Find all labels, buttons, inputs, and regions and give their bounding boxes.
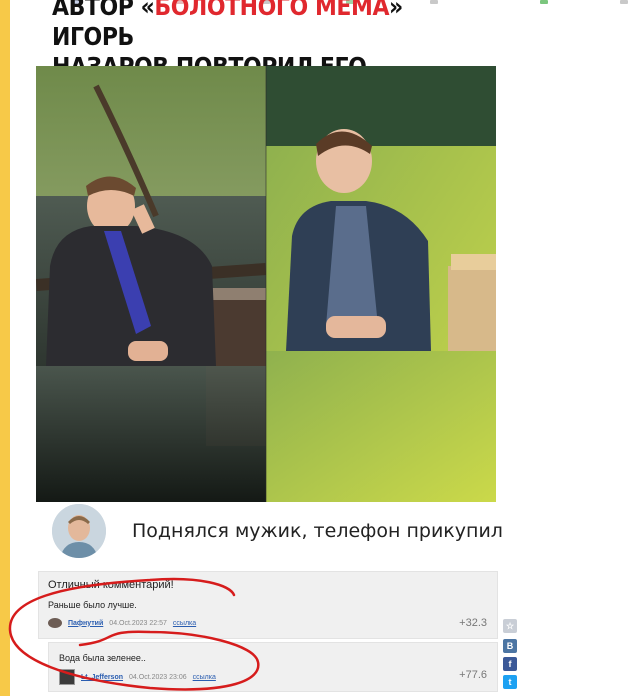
left-accent-bar	[0, 0, 10, 696]
comment-score: +77.6	[459, 669, 487, 681]
comment-datetime: 04.Oct.2023 23:06	[129, 673, 187, 681]
comment-text: Вода была зеленее..	[59, 653, 146, 663]
comment-permalink[interactable]: ссылка	[193, 674, 216, 681]
headline-line-1: АВТОР «БОЛОТНОГО МЕМА» ИГОРЬ	[52, 0, 448, 52]
comment-meta: Пафнутий 04.Oct.2023 22:57 ссылка	[48, 618, 196, 628]
twitter-icon[interactable]: t	[503, 675, 517, 689]
article-photo	[36, 66, 496, 502]
comment-meta: Lt. Jefferson 04.Oct.2023 23:06 ссылка	[59, 669, 216, 685]
meme-caption: Поднялся мужик, телефон прикупил	[132, 520, 503, 542]
comment-badge-title: Отличный комментарий!	[48, 579, 174, 591]
meme-avatar	[52, 504, 106, 558]
tab-icon[interactable]	[620, 0, 628, 4]
comment-card: Отличный комментарий! Раньше было лучше.…	[38, 571, 498, 639]
star-icon[interactable]: ☆	[503, 619, 517, 633]
swamp-photo-collage	[36, 66, 496, 502]
comment-username[interactable]: Пафнутий	[68, 620, 103, 627]
user-avatar-icon	[59, 669, 75, 685]
user-avatar-icon	[48, 618, 62, 628]
facebook-icon[interactable]: f	[503, 657, 517, 671]
comment-username[interactable]: Lt. Jefferson	[81, 674, 123, 681]
tab-icon[interactable]	[540, 0, 548, 4]
comment-text: Раньше было лучше.	[48, 600, 137, 610]
comment-permalink[interactable]: ссылка	[173, 620, 196, 627]
headline-highlight: БОЛОТНОГО МЕМА	[154, 0, 390, 21]
comment-datetime: 04.Oct.2023 22:57	[109, 619, 167, 627]
comment-score: +32.3	[459, 617, 487, 629]
vk-icon[interactable]: В	[503, 639, 517, 653]
comment-card: Вода была зеленее.. Lt. Jefferson 04.Oct…	[48, 642, 498, 692]
